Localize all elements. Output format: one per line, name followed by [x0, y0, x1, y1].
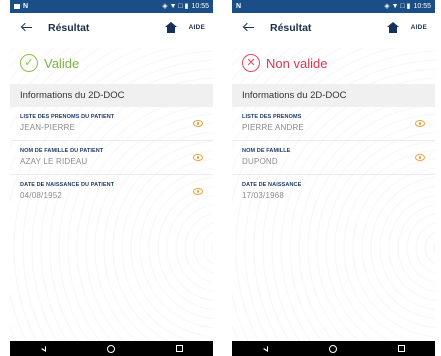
phone-screen-valid: N ◈ ▼ □ ▮ 10:55 Résultat AIDE ✓ Valide I…	[10, 0, 213, 356]
aide-button[interactable]: AIDE	[411, 24, 427, 31]
android-nav-bar	[10, 341, 213, 356]
app-bar: Résultat AIDE	[10, 13, 213, 42]
field-label: DATE DE NAISSANCE DU PATIENT	[20, 182, 115, 188]
nav-recent-icon[interactable]	[175, 345, 183, 352]
field-prenoms: LISTE DES PRENOMS PIERRE ANDRE	[232, 107, 435, 141]
field-value: AZAY LE RIDEAU	[20, 157, 88, 166]
status-bar-left: N	[236, 3, 241, 10]
clock: 10:55	[413, 3, 431, 10]
field-naissance: DATE DE NAISSANCE DU PATIENT 04/08/1952	[10, 175, 213, 209]
field-label: LISTE DES PRENOMS	[242, 114, 302, 120]
phone-screen-invalid: N ◈ ▼ □ ▮ 10:55 Résultat AIDE ✕ Non vali…	[232, 0, 435, 356]
home-icon[interactable]	[386, 22, 399, 33]
back-arrow-icon[interactable]	[20, 21, 34, 35]
field-value: PIERRE ANDRE	[242, 123, 304, 132]
field-value: 04/08/1952	[20, 191, 63, 200]
clock: 10:55	[191, 3, 209, 10]
section-title: Informations du 2D-DOC	[232, 84, 435, 107]
validation-status: ✕ Non valide	[232, 48, 435, 78]
nav-home-icon[interactable]	[106, 344, 115, 353]
back-arrow-icon[interactable]	[242, 21, 256, 35]
status-label: Non valide	[266, 55, 328, 71]
page-title: Résultat	[48, 21, 90, 34]
field-value: JEAN-PIERRE	[20, 123, 76, 132]
field-label: NOM DE FAMILLE DU PATIENT	[20, 148, 104, 154]
field-label: LISTE DES PRENOMS DU PATIENT	[20, 114, 115, 120]
nav-recent-icon[interactable]	[397, 345, 405, 352]
field-naissance: DATE DE NAISSANCE 17/03/1968	[232, 175, 435, 209]
field-nom: NOM DE FAMILLE DU PATIENT AZAY LE RIDEAU	[10, 141, 213, 175]
home-icon[interactable]	[164, 22, 177, 33]
result-content: ✕ Non valide Informations du 2D-DOC LIST…	[232, 48, 435, 347]
field-value: 17/03/1968	[242, 191, 285, 200]
validation-status: ✓ Valide	[10, 48, 213, 78]
check-circle-icon: ✓	[20, 54, 38, 72]
eye-icon[interactable]	[415, 120, 425, 127]
eye-icon[interactable]	[415, 154, 425, 161]
field-nom: NOM DE FAMILLE DUPOND	[232, 141, 435, 175]
system-icons: ◈ ▼ □ ▮	[384, 3, 411, 10]
n-icon: N	[236, 3, 242, 10]
n-icon: N	[23, 3, 29, 10]
status-bar: N ◈ ▼ □ ▮ 10:55	[10, 0, 213, 13]
field-prenoms: LISTE DES PRENOMS DU PATIENT JEAN-PIERRE	[10, 107, 213, 141]
field-value: DUPOND	[242, 157, 278, 166]
android-nav-bar	[232, 341, 435, 356]
nav-back-icon[interactable]	[262, 345, 268, 352]
notification-icon	[14, 4, 20, 9]
nav-home-icon[interactable]	[328, 344, 337, 353]
field-label: DATE DE NAISSANCE	[242, 182, 302, 188]
status-bar-right: ◈ ▼ □ ▮ 10:55	[162, 3, 209, 10]
status-label: Valide	[44, 55, 80, 71]
screenshot-stage: N ◈ ▼ □ ▮ 10:55 Résultat AIDE ✓ Valide I…	[0, 0, 441, 356]
field-label: NOM DE FAMILLE	[242, 148, 291, 154]
eye-icon[interactable]	[193, 188, 203, 195]
status-bar-right: ◈ ▼ □ ▮ 10:55	[384, 3, 431, 10]
x-circle-icon: ✕	[242, 54, 260, 72]
eye-icon[interactable]	[193, 120, 203, 127]
status-bar-left: N	[14, 3, 28, 10]
nav-back-icon[interactable]	[40, 345, 46, 352]
page-title: Résultat	[270, 21, 312, 34]
system-icons: ◈ ▼ □ ▮	[162, 3, 189, 10]
section-title: Informations du 2D-DOC	[10, 84, 213, 107]
app-bar: Résultat AIDE	[232, 13, 435, 42]
aide-button[interactable]: AIDE	[189, 24, 205, 31]
eye-icon[interactable]	[193, 154, 203, 161]
result-content: ✓ Valide Informations du 2D-DOC LISTE DE…	[10, 48, 213, 347]
status-bar: N ◈ ▼ □ ▮ 10:55	[232, 0, 435, 13]
